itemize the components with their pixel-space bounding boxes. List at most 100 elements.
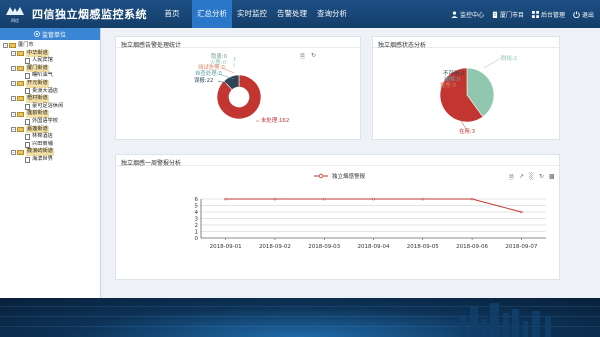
nav-query-analysis[interactable]: 查询分析 [312,0,352,28]
tree-node[interactable]: 曙叭油气 [0,72,100,80]
region-indicator[interactable]: 厦门市目 [492,10,524,19]
tree-toggle-icon[interactable]: - [3,43,8,49]
sidebar-title: 监管单位 [41,31,66,39]
admin-link[interactable]: 后台管理 [531,10,565,19]
folder-icon [9,43,16,49]
tree-node[interactable]: - 嘉莲街道 [0,125,100,134]
user-icon [451,10,458,18]
tree-node-label: 外国语学校 [32,117,58,124]
app-logo: 四信 [4,3,26,25]
main-nav: 首页 汇总分析 实时监控 告警处理 查询分析 [152,0,352,28]
tree-toggle-icon[interactable]: - [11,50,16,56]
label-leader [483,57,502,69]
tree-toggle-icon[interactable]: - [11,126,16,132]
bottom-decoration [0,298,600,337]
status-chart: 不可用:0故障:0报警:0 脱线:2 在用:3 [439,54,517,135]
data-view-icon[interactable]: 🗎 [509,173,514,183]
tree-node[interactable]: 豪可足浴休闲 [0,103,100,111]
sidebar-header: 监管单位 [0,28,100,40]
slice-label: 报警:0 [440,81,457,89]
unit-tree: - 厦门市 - 中华街道 人民宾馆 - 厦门街道 曙叭油气 - 开元街道 贵洲大酒店 - 梧村街道 豪可足… [0,40,100,164]
y-tick-label: 3 [195,217,199,223]
tree-toggle-icon[interactable]: - [11,81,16,87]
file-icon [25,133,30,140]
tree-toggle-icon[interactable]: - [11,111,16,117]
tree-node-label: 鼓浪屿街道 [26,148,54,156]
file-icon [25,57,30,64]
data-point [470,197,474,201]
tree-node-label: 莲前街道 [26,110,49,118]
nav-alarm-handling[interactable]: 告警处理 [272,0,312,28]
slice-label: 自查处理:0 [195,69,222,77]
folder-icon [17,50,24,56]
trend-panel: 独立烟感一周警报分析 独立烟感警报 0 1 2 3 4 5 6 2018-09-01 2018-0… [115,154,560,280]
label-leader [233,56,236,62]
tree-node-label: 厦门市 [18,42,34,48]
tree-toggle-icon[interactable]: - [11,96,16,102]
line-chart-icon[interactable]: ↗ [519,173,524,180]
data-point [224,197,227,201]
tree-node[interactable]: - 开元街道 [0,79,100,88]
data-view-icon[interactable]: 🗎 [300,52,305,62]
alarm-stats-chart: 隐患:0火警:0测试告警:0自查处理:0误报:22未处理:162 [194,52,289,124]
tree-node-label: 梧村街道 [26,95,49,103]
data-point [273,197,277,201]
refresh-icon[interactable]: ↻ [539,173,544,180]
top-header: 四信 四信独立烟感监控系统 首页 汇总分析 实时监控 告警处理 查询分析 监控中… [0,0,600,28]
tree-toggle-icon[interactable]: - [11,149,16,155]
tree-node-label: 曙叭油气 [32,72,53,79]
folder-icon [17,81,24,87]
logo-sub-label: 四信 [11,17,19,23]
data-point [421,197,425,201]
tree-node[interactable]: - 鼓浪屿街道 [0,148,100,156]
file-icon [25,88,30,95]
tree-toggle-icon[interactable]: - [11,66,16,72]
file-icon [25,73,30,80]
tree-node[interactable]: 海滨世界 [0,156,100,164]
y-tick-label: 4 [195,210,199,216]
admin-label: 后台管理 [540,11,565,19]
tree-node[interactable]: 外国语学校 [0,118,100,126]
nav-summary-analysis[interactable]: 汇总分析 [192,0,232,28]
file-icon [25,141,30,148]
x-tick-label: 2018-09-03 [308,244,340,250]
slice-label: 在用:3 [459,127,475,135]
nav-realtime-monitor[interactable]: 实时监控 [232,0,272,28]
data-point [322,197,326,201]
target-icon [34,31,40,37]
logout-label: 退出 [581,11,594,19]
nav-home[interactable]: 首页 [152,0,192,28]
x-tick-label: 2018-09-02 [259,244,291,250]
tree-node[interactable]: - 梧村街道 [0,95,100,103]
save-image-icon[interactable]: ▩ [549,173,555,180]
status-panel: 独立烟感状态分析 不可用:0 故障:0 报警:0 脱线:2 在用:3 [372,36,560,140]
tree-node-label: 林棉酒店 [32,133,53,140]
logout-button[interactable]: 退出 [573,10,594,19]
logo-icon [6,6,24,15]
trend-chart: 独立烟感警报 0123456 2018-09-01 2018-09-02 2018-09… [195,172,546,250]
slice-label: 故障:0 [444,75,461,83]
tree-node[interactable]: - 厦门市 [0,42,100,50]
slice-label: 误报:22 [194,76,213,84]
monitor-center-link[interactable]: 监控中心 [451,10,484,19]
tree-node[interactable]: 贵洲大酒店 [0,88,100,96]
file-icon [25,103,30,110]
x-tick-label: 2018-09-05 [407,244,439,250]
tree-node-label: 嘉莲街道 [26,125,49,134]
tree-node[interactable]: - 莲前街道 [0,110,100,118]
header-actions: 监控中心 厦门市目 后台管理 退出 [443,0,594,28]
refresh-icon[interactable]: ↻ [311,52,316,59]
file-icon [25,156,30,163]
folder-icon [17,149,24,155]
legend-label: 独立烟感警报 [332,172,366,180]
tree-node-label: 海滨世界 [32,155,53,162]
y-tick-label: 1 [195,230,199,236]
alarm-stats-panel: 独立烟感告警处理统计 隐患:0 火警:0 测试告警:0 自查处理:0 误报:22 未处理:… [115,36,361,140]
tree-node[interactable]: 人民宾馆 [0,57,100,65]
bar-chart-icon[interactable]: ░ [529,173,534,180]
folder-icon [17,126,24,132]
y-tick-label: 0 [195,236,199,242]
tree-node[interactable]: 林棉酒店 [0,133,100,141]
slice-label: 脱线:2 [501,54,517,62]
y-tick-label: 6 [195,197,199,203]
